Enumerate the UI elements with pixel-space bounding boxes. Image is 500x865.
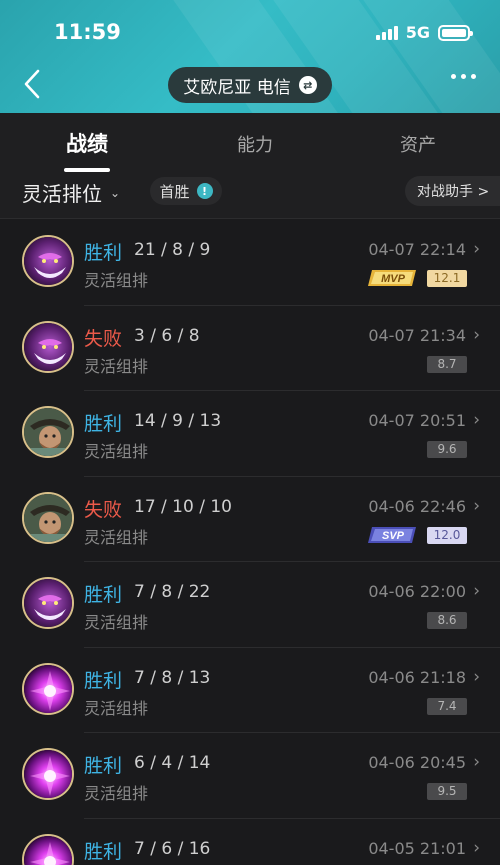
tab-bar: 战绩 能力 资产 — [0, 113, 500, 173]
chevron-right-icon: › — [473, 752, 480, 772]
match-row[interactable]: 胜利 7 / 6 / 16 灵活组排 04-05 21:01 › — [0, 819, 500, 865]
pirate-avatar-icon — [22, 406, 74, 458]
app-header: 11:59 5G 艾欧尼亚 电信 ⇄ — [0, 0, 500, 113]
match-result: 失败 — [84, 498, 123, 521]
server-name: 艾欧尼亚 电信 — [183, 77, 291, 98]
first-win-label: 首胜 — [159, 182, 190, 201]
active-tab-indicator — [64, 168, 110, 172]
chevron-right-icon: › — [473, 666, 480, 687]
match-row[interactable]: 胜利 7 / 8 / 13 灵活组排 04-06 21:18 › 7.4 — [0, 648, 500, 733]
battery-icon — [438, 24, 473, 41]
filter-bar: 灵活排位 ⌄ 首胜 ! 对战助手 > — [0, 173, 500, 219]
swap-icon: ⇄ — [298, 76, 317, 94]
performance-score: 9.5 — [427, 783, 467, 800]
match-list: 胜利 21 / 8 / 9 灵活组排 04-07 22:14 › 12.1 MVP… — [0, 220, 500, 865]
first-win-chip[interactable]: 首胜 ! — [150, 177, 222, 205]
match-kda: 7 / 6 / 16 — [134, 838, 211, 859]
chevron-right-icon: › — [473, 410, 480, 430]
signal-icon — [375, 25, 398, 40]
more-button[interactable] — [451, 74, 476, 79]
match-kda: 6 / 4 / 14 — [134, 753, 211, 773]
performance-score: 9.6 — [427, 441, 467, 458]
svg-text:MVP: MVP — [381, 273, 406, 285]
tab-assets[interactable]: 资产 — [358, 131, 478, 157]
status-time: 11:59 — [54, 20, 121, 44]
match-row[interactable]: 失败 3 / 6 / 8 灵活组排 04-07 21:34 › 8.7 — [0, 306, 500, 391]
chevron-right-icon: › — [473, 495, 480, 516]
match-row[interactable]: 失败 17 / 10 / 10 灵活组排 04-06 22:46 › 12.0 S… — [0, 477, 500, 562]
match-mode: 灵活组排 — [84, 271, 149, 290]
match-kda: 21 / 8 / 9 — [134, 240, 211, 260]
match-row[interactable]: 胜利 14 / 9 / 13 灵活组排 04-07 20:51 › 9.6 — [0, 391, 500, 477]
status-indicators: 5G — [375, 23, 473, 42]
match-mode: 灵活组排 — [84, 356, 149, 376]
match-result: 胜利 — [84, 755, 123, 777]
match-time: 04-06 20:45 — [368, 753, 466, 772]
match-mode: 灵活组排 — [84, 527, 149, 547]
chevron-left-icon — [24, 69, 40, 99]
chevron-right-icon: › — [473, 837, 480, 858]
more-icon — [451, 74, 456, 79]
purple-monster-avatar-icon — [22, 577, 74, 629]
match-time: 04-05 21:01 — [368, 838, 466, 858]
match-row[interactable]: 胜利 21 / 8 / 9 灵活组排 04-07 22:14 › 12.1 MVP — [0, 220, 500, 306]
performance-score: 12.0 — [427, 526, 467, 544]
match-kda: 17 / 10 / 10 — [134, 496, 232, 517]
info-icon: ! — [196, 183, 213, 199]
match-row[interactable]: 胜利 7 / 8 / 22 灵活组排 04-06 22:00 › 8.6 — [0, 562, 500, 648]
mvp-badge-icon: MVP — [368, 270, 416, 286]
performance-score: 8.7 — [427, 355, 467, 373]
queue-label: 灵活排位 — [22, 182, 102, 206]
chevron-right-icon: › — [473, 324, 480, 345]
purple-monster-avatar-icon — [22, 235, 74, 287]
performance-score: 8.6 — [427, 612, 467, 629]
queue-dropdown[interactable]: 灵活排位 ⌄ — [22, 178, 120, 207]
match-mode: 灵活组排 — [84, 698, 149, 718]
pirate-avatar-icon — [22, 491, 74, 544]
battle-assistant-button[interactable]: 对战助手 > — [405, 176, 500, 206]
match-kda: 3 / 6 / 8 — [134, 325, 200, 346]
purple-monster-avatar-icon — [22, 320, 74, 373]
void-glow-avatar-icon — [22, 662, 74, 715]
performance-score: 7.4 — [427, 697, 467, 715]
tab-ability[interactable]: 能力 — [195, 131, 315, 157]
chevron-right-icon: › — [473, 581, 480, 601]
void-glow-avatar-icon — [22, 833, 74, 865]
svp-badge-icon: SVP — [368, 526, 416, 543]
match-result: 胜利 — [84, 840, 123, 863]
chevron-right-icon: › — [473, 239, 480, 259]
match-time: 04-07 22:14 — [368, 240, 466, 259]
match-result: 胜利 — [84, 669, 123, 692]
match-result: 胜利 — [84, 584, 123, 606]
match-result: 胜利 — [84, 242, 123, 264]
match-result: 胜利 — [84, 413, 123, 435]
network-type: 5G — [405, 23, 430, 42]
match-kda: 7 / 8 / 22 — [134, 582, 211, 602]
void-glow-avatar-icon — [22, 748, 74, 800]
match-time: 04-07 20:51 — [368, 411, 466, 430]
svg-text:SVP: SVP — [382, 530, 405, 542]
match-mode: 灵活组排 — [84, 613, 149, 632]
match-time: 04-07 21:34 — [368, 325, 466, 345]
match-mode: 灵活组排 — [84, 784, 149, 803]
match-time: 04-06 22:00 — [368, 582, 466, 601]
back-button[interactable] — [14, 64, 50, 104]
chevron-down-icon: ⌄ — [110, 185, 121, 200]
match-row[interactable]: 胜利 6 / 4 / 14 灵活组排 04-06 20:45 › 9.5 — [0, 733, 500, 819]
server-selector[interactable]: 艾欧尼亚 电信 ⇄ — [168, 67, 332, 103]
match-kda: 7 / 8 / 13 — [134, 667, 211, 688]
match-mode: 灵活组排 — [84, 442, 149, 461]
match-result: 失败 — [84, 327, 123, 350]
match-kda: 14 / 9 / 13 — [134, 411, 222, 431]
match-time: 04-06 21:18 — [368, 667, 466, 687]
match-time: 04-06 22:46 — [368, 496, 466, 516]
tab-record[interactable]: 战绩 — [27, 128, 147, 158]
performance-score: 12.1 — [427, 270, 467, 287]
